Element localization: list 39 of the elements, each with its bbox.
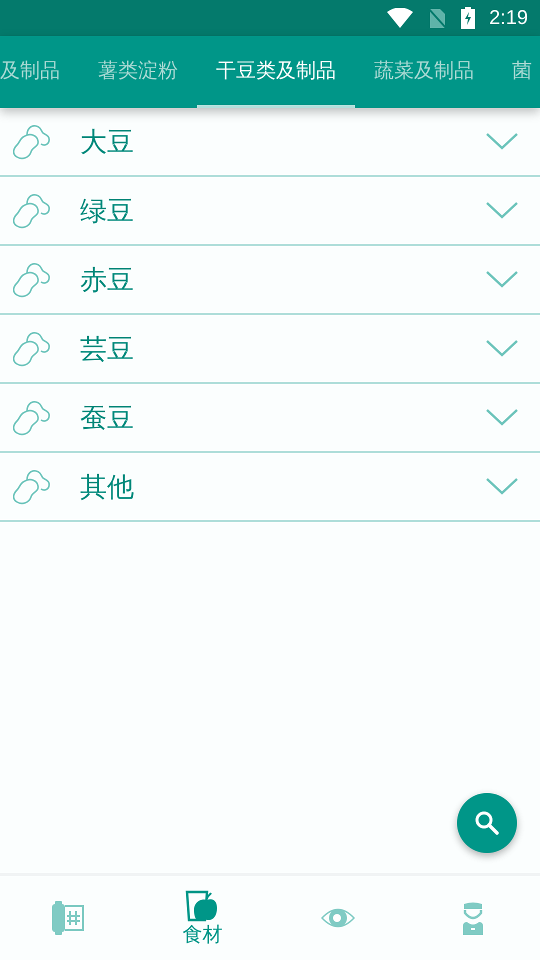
bean-icon [13, 468, 51, 506]
food-row[interactable]: 其他 [0, 453, 540, 522]
food-name: 其他 [80, 470, 135, 504]
nav-tab[interactable]: 食材 [135, 876, 270, 960]
chevron-down-icon[interactable] [486, 340, 518, 358]
bean-icon [13, 192, 51, 230]
food-row[interactable]: 蚕豆 [0, 384, 540, 453]
category-tab[interactable]: 蔬菜及制品 [355, 36, 493, 108]
person-icon [462, 902, 482, 934]
chevron-down-icon[interactable] [486, 270, 518, 288]
search-button[interactable] [457, 793, 517, 853]
search-icon [474, 810, 500, 836]
bean-icon [13, 330, 51, 368]
wifi-icon [387, 8, 414, 28]
eye-icon [320, 907, 354, 929]
chevron-down-icon[interactable] [486, 478, 518, 496]
food-name: 芸豆 [80, 332, 135, 366]
film-icon [52, 901, 84, 935]
food-name: 赤豆 [80, 264, 135, 298]
bean-icon [13, 398, 51, 436]
no-sim-icon [427, 7, 448, 29]
clock-time: 2:19 [489, 6, 528, 30]
category-tab[interactable]: 干豆类及制品 [197, 36, 355, 108]
food-row[interactable]: 大豆 [0, 108, 540, 177]
bean-icon [13, 260, 51, 298]
chevron-down-icon[interactable] [486, 132, 518, 150]
category-tab[interactable]: 薯类淀粉 [79, 36, 197, 108]
chevron-down-icon[interactable] [486, 202, 518, 220]
battery-charging-icon [461, 7, 476, 29]
category-tab[interactable]: 菌 [493, 36, 540, 108]
bean-icon [13, 122, 51, 160]
category-tab[interactable]: 及制品 [0, 36, 79, 108]
food-row[interactable]: 绿豆 [0, 177, 540, 246]
food-row[interactable]: 赤豆 [0, 246, 540, 315]
chevron-down-icon[interactable] [486, 408, 518, 426]
food-name: 蚕豆 [80, 402, 135, 436]
food-row[interactable]: 芸豆 [0, 315, 540, 384]
food-name: 大豆 [80, 126, 135, 160]
food-name: 绿豆 [80, 194, 135, 228]
